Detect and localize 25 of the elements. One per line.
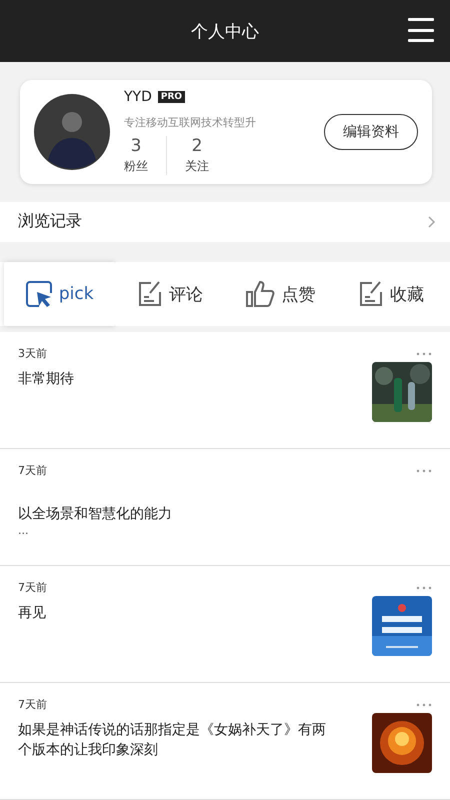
item-text: 非常期待 (18, 370, 75, 389)
stat-label: 粉丝 (124, 158, 148, 175)
activity-item[interactable]: 3天前 非常期待 (0, 332, 450, 449)
activity-item[interactable]: 7天前 以全场景和智慧化的能力 ... (0, 449, 450, 566)
ellipsis-text: ... (18, 524, 30, 538)
activity-item[interactable]: 7天前 如果是神话传说的话那指定是《女娲补天了》有两个版本的让我印象深刻 (0, 683, 450, 800)
user-name: YYD (124, 88, 152, 105)
stat-count: 2 (192, 136, 202, 156)
activity-item[interactable]: 7天前 再见 (0, 566, 450, 683)
edit-profile-button[interactable]: 编辑资料 (324, 114, 418, 150)
page-title: 个人中心 (191, 20, 259, 42)
item-text: 再见 (18, 604, 47, 623)
pro-badge: PRO (158, 90, 186, 103)
tab[interactable]: pick (4, 262, 114, 326)
stat-count: 3 (130, 136, 142, 156)
item-time: 7天前 (18, 463, 48, 478)
user-bio: 专注移动互联网技术转型升 (124, 114, 257, 130)
item-time: 7天前 (18, 697, 48, 712)
item-time: 3天前 (18, 346, 48, 361)
history-row[interactable]: 浏览记录 (0, 202, 450, 242)
item-text: 以全场景和智慧化的能力 (18, 505, 173, 524)
history-label: 浏览记录 (18, 211, 82, 232)
stat-label: 关注 (185, 158, 209, 175)
item-time: 7天前 (18, 580, 48, 595)
item-text: 如果是神话传说的话那指定是《女娲补天了》有两个版本的让我印象深刻 (18, 721, 327, 760)
